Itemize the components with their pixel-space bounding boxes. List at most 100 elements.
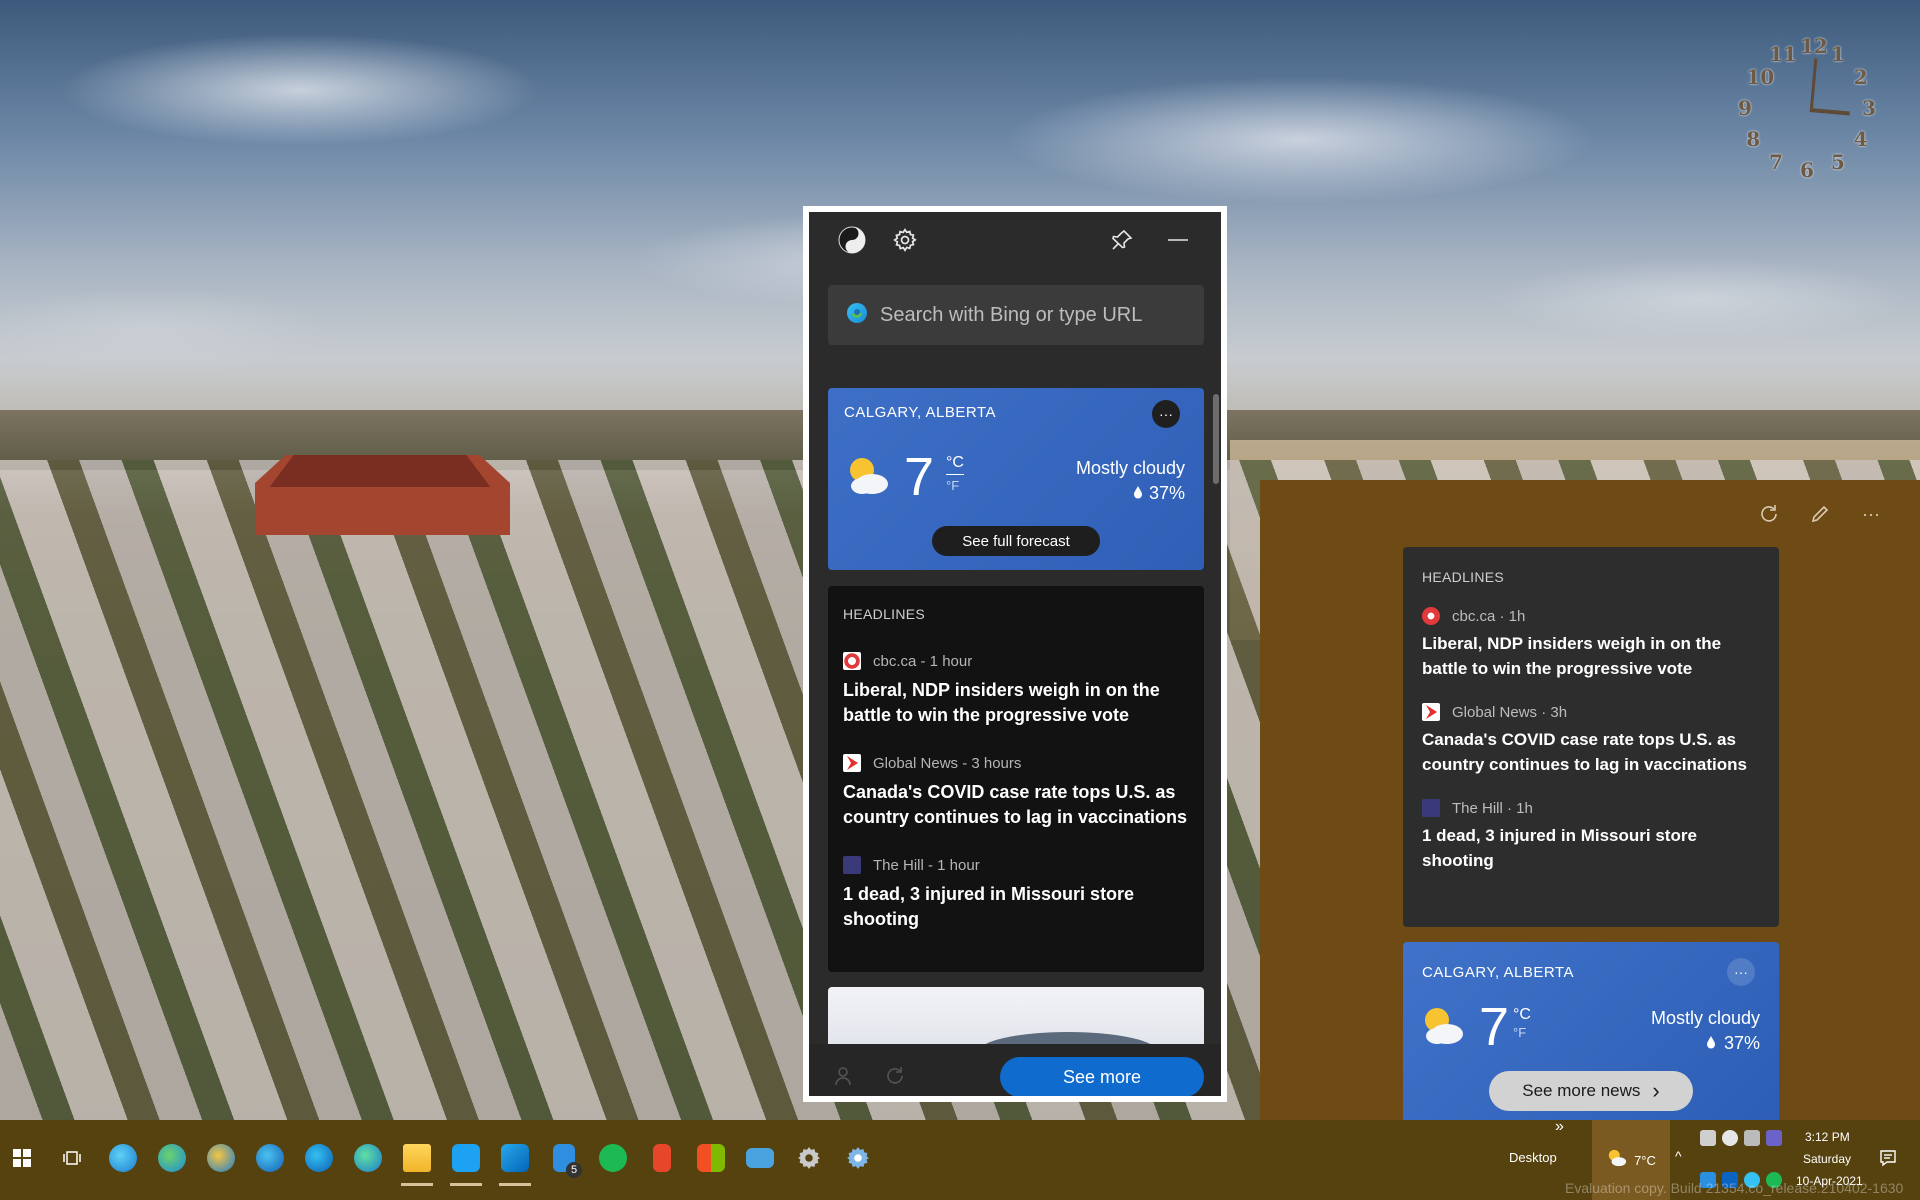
- pin-icon[interactable]: [1106, 224, 1138, 256]
- precipitation: 37%: [1148, 483, 1185, 503]
- headline-source: cbc.ca · 1h: [1452, 607, 1526, 625]
- clock-numeral: 10: [1746, 65, 1775, 89]
- flyout-weather-card[interactable]: CALGARY, ALBERTA ··· 7 °C °F Mostly clou…: [1403, 942, 1779, 1120]
- headline-source: Global News · 3h: [1452, 703, 1568, 721]
- headline-item[interactable]: Global News - 3 hours Canada's COVID cas…: [843, 754, 1189, 830]
- gear-icon[interactable]: [889, 224, 921, 256]
- clock-numeral: 7: [1769, 149, 1783, 174]
- raindrop-icon: [1133, 483, 1143, 504]
- cbc-logo-icon: [843, 652, 861, 670]
- headlines-card: HEADLINES cbc.ca - 1 hour Liberal, NDP i…: [828, 586, 1204, 972]
- evaluation-watermark: Evaluation copy. Build 21354.co_release.…: [1565, 1180, 1904, 1196]
- fahrenheit-unit[interactable]: °F: [1513, 1024, 1531, 1042]
- clock-day[interactable]: Saturday: [1803, 1152, 1851, 1166]
- outlook-icon[interactable]: [495, 1138, 535, 1186]
- headline-item[interactable]: cbc.ca - 1 hour Liberal, NDP insiders we…: [843, 652, 1189, 728]
- weather-city: CALGARY, ALBERTA: [844, 404, 996, 421]
- headline-item[interactable]: cbc.ca · 1h Liberal, NDP insiders weigh …: [1422, 607, 1760, 681]
- windows-start-icon[interactable]: [2, 1138, 42, 1178]
- clock-numeral: 12: [1800, 34, 1828, 58]
- file-explorer-icon[interactable]: [397, 1138, 437, 1186]
- cbc-logo-icon: [1422, 607, 1440, 625]
- headline-item[interactable]: Global News · 3h Canada's COVID case rat…: [1422, 703, 1760, 777]
- more-options-icon[interactable]: ···: [1857, 500, 1885, 528]
- desktop-toolbar-label[interactable]: Desktop: [1509, 1150, 1557, 1165]
- celsius-unit[interactable]: °C: [1513, 1006, 1531, 1024]
- clock-numeral: 6: [1800, 158, 1814, 182]
- show-hidden-icons-chevron[interactable]: ^: [1675, 1148, 1682, 1164]
- headline-text[interactable]: 1 dead, 3 injured in Missouri store shoo…: [843, 882, 1189, 932]
- edge-alt-icon[interactable]: [348, 1138, 388, 1178]
- the-hill-logo-icon: [1422, 799, 1440, 817]
- headline-text[interactable]: Liberal, NDP insiders weigh in on the ba…: [843, 678, 1189, 728]
- popup-footer: See more: [809, 1044, 1221, 1096]
- headline-text[interactable]: Canada's COVID case rate tops U.S. as co…: [1422, 727, 1760, 777]
- headline-text[interactable]: 1 dead, 3 injured in Missouri store shoo…: [1422, 823, 1760, 873]
- headline-text[interactable]: Canada's COVID case rate tops U.S. as co…: [843, 780, 1189, 830]
- network-icon[interactable]: [1744, 1130, 1760, 1146]
- toolbar-overflow-chevrons[interactable]: »: [1555, 1118, 1564, 1136]
- see-more-button[interactable]: See more: [1000, 1057, 1204, 1096]
- search-input[interactable]: [880, 303, 1200, 327]
- temperature: 7: [904, 447, 935, 507]
- phone-link-icon[interactable]: 5: [544, 1138, 584, 1178]
- clock-hand: [1809, 108, 1850, 116]
- microsoft-store-icon[interactable]: [691, 1138, 731, 1178]
- refresh-icon[interactable]: [879, 1060, 911, 1092]
- headline-text[interactable]: Liberal, NDP insiders weigh in on the ba…: [1422, 631, 1760, 681]
- edit-icon[interactable]: [1806, 500, 1834, 528]
- more-options-button[interactable]: ···: [1727, 958, 1755, 986]
- fahrenheit-unit[interactable]: °F: [946, 477, 964, 495]
- onedrive-icon[interactable]: [1722, 1130, 1738, 1146]
- desktop-clock-widget: 12 1 2 3 4 5 6 7 8 9 10 11: [1730, 28, 1890, 188]
- celsius-unit[interactable]: °C: [946, 454, 964, 475]
- control-panel-icon[interactable]: [838, 1138, 878, 1178]
- person-icon[interactable]: [829, 1060, 861, 1092]
- chevron-right-icon: ›: [1652, 1078, 1660, 1103]
- edge-beta-icon[interactable]: [152, 1138, 192, 1178]
- twitter-icon[interactable]: [446, 1138, 486, 1186]
- remote-desktop-icon[interactable]: [740, 1138, 780, 1178]
- taskbar-temperature: 7°C: [1634, 1152, 1656, 1168]
- task-view-icon[interactable]: [52, 1138, 92, 1178]
- more-options-button[interactable]: ···: [1152, 400, 1180, 428]
- global-news-logo-icon: [843, 754, 861, 772]
- action-center-icon[interactable]: [1868, 1138, 1908, 1178]
- refresh-icon[interactable]: [1755, 500, 1783, 528]
- active-indicator: [450, 1183, 482, 1186]
- edge-dev-icon[interactable]: [103, 1138, 143, 1178]
- the-hill-logo-icon: [843, 856, 861, 874]
- partly-cloudy-icon: [1606, 1148, 1628, 1173]
- headline-item[interactable]: The Hill - 1 hour 1 dead, 3 injured in M…: [843, 856, 1189, 932]
- popup-toolbar: [809, 212, 1221, 272]
- clock-numeral: 11: [1769, 42, 1797, 67]
- yin-yang-icon[interactable]: [836, 224, 868, 256]
- edge-stable-icon[interactable]: [299, 1138, 339, 1178]
- meet-now-icon[interactable]: [1700, 1130, 1716, 1146]
- popup-scrollbar[interactable]: [1213, 394, 1219, 484]
- active-indicator: [401, 1183, 433, 1186]
- clock-numeral: 4: [1853, 127, 1868, 151]
- barn-roof: [269, 455, 491, 487]
- office-icon[interactable]: [642, 1138, 682, 1178]
- raindrop-icon: [1706, 1033, 1716, 1054]
- settings-gear-icon[interactable]: [789, 1138, 829, 1178]
- news-interests-flyout: ··· HEADLINES cbc.ca · 1h Liberal, NDP i…: [1260, 480, 1920, 1120]
- edge-canary-icon[interactable]: [201, 1138, 241, 1178]
- edge-dev-alt-icon[interactable]: [250, 1138, 290, 1178]
- spotify-icon[interactable]: [593, 1138, 633, 1178]
- search-box[interactable]: [828, 285, 1204, 345]
- headline-source: cbc.ca - 1 hour: [873, 652, 973, 670]
- partly-cloudy-icon: [1419, 1004, 1467, 1053]
- headline-item[interactable]: The Hill · 1h 1 dead, 3 injured in Misso…: [1422, 799, 1760, 873]
- see-more-news-label: See more news: [1522, 1081, 1641, 1100]
- minimize-icon[interactable]: [1162, 224, 1194, 256]
- clock-time[interactable]: 3:12 PM: [1805, 1130, 1850, 1144]
- headline-source: The Hill · 1h: [1452, 799, 1533, 817]
- app-tray-icon[interactable]: [1766, 1130, 1782, 1146]
- see-more-news-button[interactable]: See more news ›: [1489, 1071, 1693, 1111]
- see-full-forecast-button[interactable]: See full forecast: [932, 526, 1100, 556]
- flyout-headlines-card: HEADLINES cbc.ca · 1h Liberal, NDP insid…: [1403, 547, 1779, 927]
- weather-card[interactable]: CALGARY, ALBERTA ··· 7 °C °F Mostly clou…: [828, 388, 1204, 570]
- weather-condition: Mostly cloudy: [1650, 1008, 1760, 1028]
